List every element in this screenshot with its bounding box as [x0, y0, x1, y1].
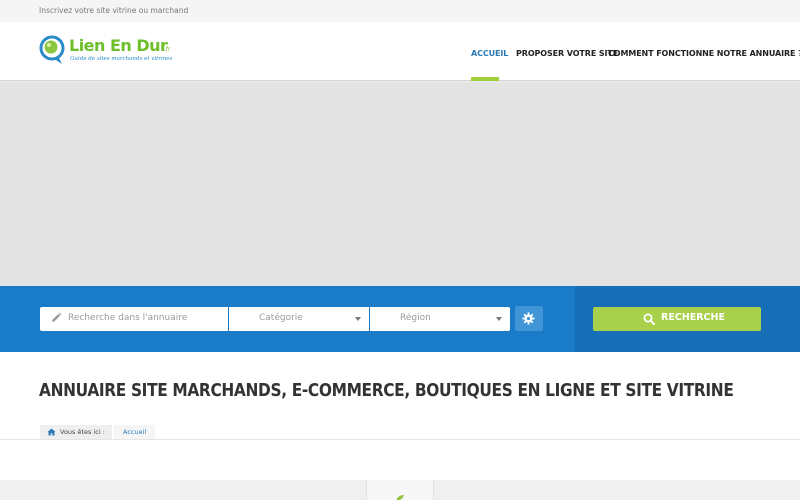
hero-banner [0, 83, 800, 286]
search-icon [643, 313, 655, 325]
top-info-bar: Inscrivez votre site vitrine ou marchand [0, 0, 800, 22]
gear-icon [522, 312, 535, 325]
page-title: ANNUAIRE SITE MARCHANDS, E-COMMERCE, BOU… [39, 381, 734, 401]
breadcrumb-prefix: Vous êtes ici : [60, 428, 105, 436]
nav-item-accueil[interactable]: ACCUEIL [471, 49, 508, 58]
nav-active-indicator [471, 77, 499, 81]
logo-wordmark: Lien En Dur [69, 36, 168, 55]
breadcrumb-divider [0, 439, 800, 440]
search-button-label: RECHERCHE [661, 312, 725, 323]
chevron-down-icon [496, 317, 502, 321]
top-info-text: Inscrivez votre site vitrine ou marchand [39, 6, 189, 15]
footer-logo-tile [366, 480, 434, 500]
site-logo[interactable]: Lien En Dur .fr Guide de sites marchands… [38, 34, 178, 70]
advanced-search-button[interactable] [515, 306, 543, 331]
region-select-value: Région [400, 313, 431, 323]
logo-suffix: .fr [164, 46, 171, 53]
logo-tagline: Guide de sites marchands et vitrines [70, 56, 173, 62]
leaf-icon [396, 495, 404, 500]
search-input[interactable]: Recherche dans l'annuaire [40, 307, 228, 331]
breadcrumb-prefix-box: Vous êtes ici : [40, 425, 112, 439]
chevron-down-icon [355, 317, 361, 321]
nav-item-comment-fonctionne[interactable]: COMMENT FONCTIONNE NOTRE ANNUAIRE ? [608, 49, 800, 58]
breadcrumb-link-accueil[interactable]: Accueil [123, 428, 146, 436]
search-placeholder: Recherche dans l'annuaire [68, 313, 188, 323]
category-select-value: Catégorie [259, 313, 303, 323]
home-icon [47, 428, 56, 436]
region-select[interactable]: Région [370, 307, 510, 331]
nav-item-proposer-site[interactable]: PROPOSER VOTRE SITE [516, 49, 618, 58]
breadcrumb-item[interactable]: Accueil [114, 425, 155, 439]
search-button[interactable]: RECHERCHE [593, 307, 761, 331]
pencil-icon [52, 312, 62, 322]
logo-bubble-icon [39, 35, 65, 64]
category-select[interactable]: Catégorie [229, 307, 369, 331]
